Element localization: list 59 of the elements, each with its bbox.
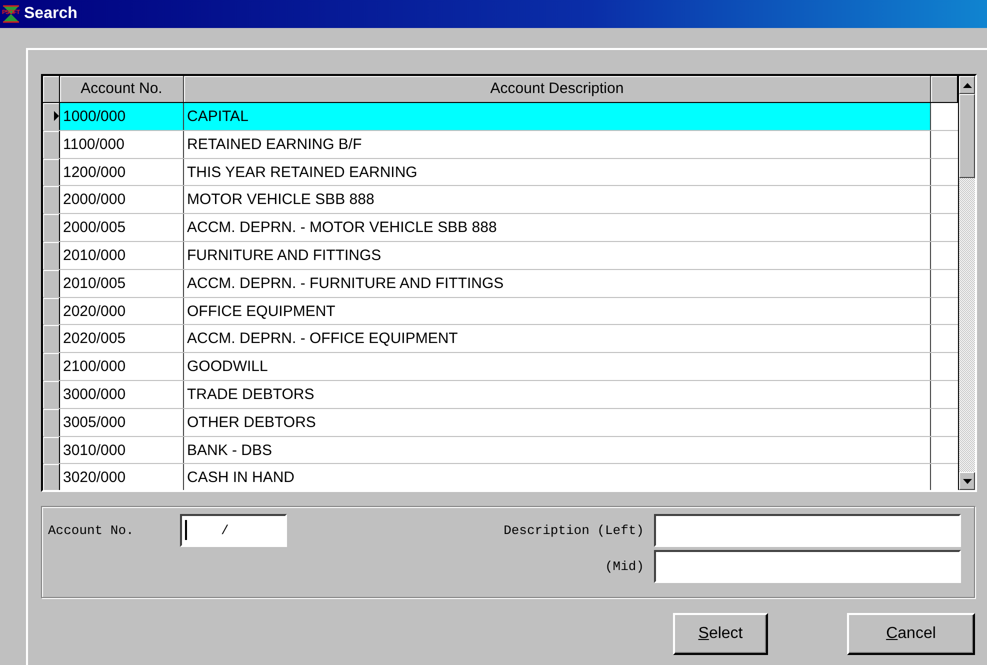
row-selector[interactable] <box>43 186 60 214</box>
table-cell: OTHER DEBTORS <box>184 408 931 436</box>
row-selector[interactable] <box>43 353 60 380</box>
cancel-button[interactable]: Cancel <box>847 613 975 655</box>
up-arrow-icon <box>962 82 972 88</box>
down-arrow-icon <box>962 478 972 484</box>
field-label: Description (Left) <box>504 522 644 538</box>
scroll-up-button[interactable] <box>959 76 975 94</box>
table-cell: 3010/000 <box>60 436 184 464</box>
row-selector[interactable] <box>43 158 60 186</box>
table-cell: RETAINED EARNING B/F <box>184 130 931 158</box>
row-selector[interactable] <box>43 130 60 158</box>
row-selector[interactable] <box>43 464 60 490</box>
table-cell: 2010/000 <box>60 242 184 269</box>
table-cell: 2000/005 <box>60 214 184 241</box>
table-cell: GOODWILL <box>184 353 931 380</box>
table-cell: THIS YEAR RETAINED EARNING <box>184 158 931 186</box>
field-label: Account No. <box>48 522 135 538</box>
table-cell: 2100/000 <box>60 353 184 380</box>
table-cell: MOTOR VEHICLE SBB 888 <box>184 186 931 214</box>
table-cell: 1200/000 <box>60 158 184 186</box>
row-selector[interactable] <box>43 436 60 464</box>
row-selector[interactable] <box>43 103 60 130</box>
table-cell: 2020/005 <box>60 325 184 352</box>
table-cell: 2000/000 <box>60 186 184 214</box>
table-cell: 2020/000 <box>60 298 184 324</box>
row-selector[interactable] <box>43 214 60 241</box>
table-cell: ACCM. DEPRN. - OFFICE EQUIPMENT <box>184 325 931 352</box>
table-cell: 1000/000 <box>60 103 184 130</box>
table-cell: BANK - DBS <box>184 436 931 464</box>
table-cell: ACCM. DEPRN. - MOTOR VEHICLE SBB 888 <box>184 214 931 241</box>
table-cell: 3005/000 <box>60 408 184 436</box>
field-label: (Mid) <box>604 558 644 574</box>
table-cell: 2010/005 <box>60 270 184 297</box>
row-selector[interactable] <box>43 408 60 436</box>
table-cell: CASH IN HAND <box>184 464 931 490</box>
row-selector[interactable] <box>43 298 60 324</box>
scroll-thumb[interactable] <box>959 94 975 178</box>
row-selector[interactable] <box>43 380 60 408</box>
row-selector[interactable] <box>43 270 60 297</box>
window-title: Search <box>24 5 78 23</box>
input-field[interactable] <box>654 514 961 546</box>
scroll-down-button[interactable] <box>959 472 975 490</box>
select-button[interactable]: Select <box>673 613 768 655</box>
table-cell: FURNITURE AND FITTINGS <box>184 242 931 269</box>
table-cell: CAPITAL <box>184 103 931 130</box>
table-cell: 1100/000 <box>60 130 184 158</box>
input-field[interactable]: / <box>180 514 287 546</box>
table-cell: 3020/000 <box>60 464 184 490</box>
table-cell: 3000/000 <box>60 380 184 408</box>
column-header[interactable]: Account Description <box>184 76 931 102</box>
table-cell: ACCM. DEPRN. - FURNITURE AND FITTINGS <box>184 270 931 297</box>
table-cell: TRADE DEBTORS <box>184 380 931 408</box>
vertical-scrollbar[interactable] <box>958 76 975 490</box>
table-cell: OFFICE EQUIPMENT <box>184 298 931 324</box>
column-header[interactable]: Account No. <box>60 76 184 102</box>
row-selector[interactable] <box>43 242 60 269</box>
row-selector[interactable] <box>43 325 60 352</box>
input-field[interactable] <box>654 550 961 582</box>
